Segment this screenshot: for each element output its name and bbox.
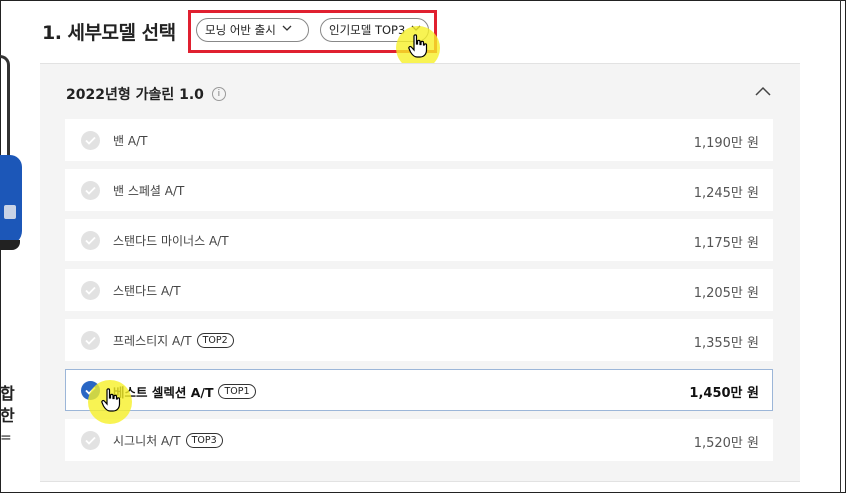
option-price: 1,245만 원	[693, 186, 759, 201]
check-icon[interactable]	[81, 431, 100, 450]
option-name: 스탠다드 마이너스 A/T	[113, 232, 229, 249]
model-option-row[interactable]: 시그니처 A/T TOP3 1,520만 원	[65, 419, 773, 461]
chevron-up-icon[interactable]	[754, 84, 772, 98]
panel-title: 2022년형 가솔린 1.0	[66, 87, 204, 103]
option-price: 1,175만 원	[693, 236, 759, 251]
model-option-row[interactable]: 베스트 셀렉션 A/T TOP1 1,450만 원	[65, 369, 773, 411]
option-name-text: 밴 스페셜 A/T	[113, 184, 185, 198]
option-price: 1,205만 원	[693, 286, 759, 301]
rank-badge: TOP2	[196, 333, 234, 348]
option-name-text: 스탠다드 A/T	[113, 284, 181, 298]
option-name-text: 시그니처 A/T	[113, 434, 181, 448]
left-fragment-text: 합한 =	[0, 384, 15, 446]
check-icon[interactable]	[81, 331, 100, 350]
check-icon[interactable]	[81, 281, 100, 300]
model-option-row[interactable]: 프레스티지 A/T TOP2 1,355만 원	[65, 319, 773, 361]
option-name: 베스트 셀렉션 A/T TOP1	[113, 382, 256, 401]
hand-cursor-icon	[101, 388, 121, 412]
check-icon[interactable]	[81, 181, 100, 200]
car-preview-image	[0, 55, 30, 255]
option-name: 프레스티지 A/T TOP2	[113, 332, 234, 349]
option-price: 1,450만 원	[689, 386, 759, 401]
check-icon[interactable]	[81, 231, 100, 250]
page-title: 1. 세부모델 선택	[42, 22, 176, 44]
option-price: 1,520만 원	[693, 436, 759, 451]
option-name-text: 스탠다드 마이너스 A/T	[113, 234, 229, 248]
check-icon[interactable]	[81, 131, 100, 150]
model-option-row[interactable]: 밴 스페셜 A/T 1,245만 원	[65, 169, 773, 211]
hand-cursor-icon	[408, 34, 428, 58]
option-price: 1,355만 원	[693, 336, 759, 351]
option-name: 시그니처 A/T TOP3	[113, 432, 223, 449]
option-name: 밴 스페셜 A/T	[113, 182, 184, 199]
panel-header: 2022년형 가솔린 1.0 i	[66, 84, 226, 104]
right-divider	[840, 0, 841, 493]
model-options-panel: 2022년형 가솔린 1.0 i 밴 A/T 1,190만 원밴 스페셜 A/T 1…	[40, 63, 800, 482]
model-option-row[interactable]: 스탠다드 마이너스 A/T 1,175만 원	[65, 219, 773, 261]
option-name: 밴 A/T	[113, 132, 147, 149]
rank-badge: TOP3	[185, 433, 223, 448]
rank-badge: TOP1	[218, 384, 256, 399]
info-icon[interactable]: i	[211, 87, 226, 101]
option-name: 스탠다드 A/T	[113, 282, 181, 299]
model-option-row[interactable]: 스탠다드 A/T 1,205만 원	[65, 269, 773, 311]
option-price: 1,190만 원	[693, 136, 759, 151]
option-name-text: 프레스티지 A/T	[113, 334, 192, 348]
option-name-text: 밴 A/T	[113, 134, 148, 148]
model-option-row[interactable]: 밴 A/T 1,190만 원	[65, 119, 773, 161]
